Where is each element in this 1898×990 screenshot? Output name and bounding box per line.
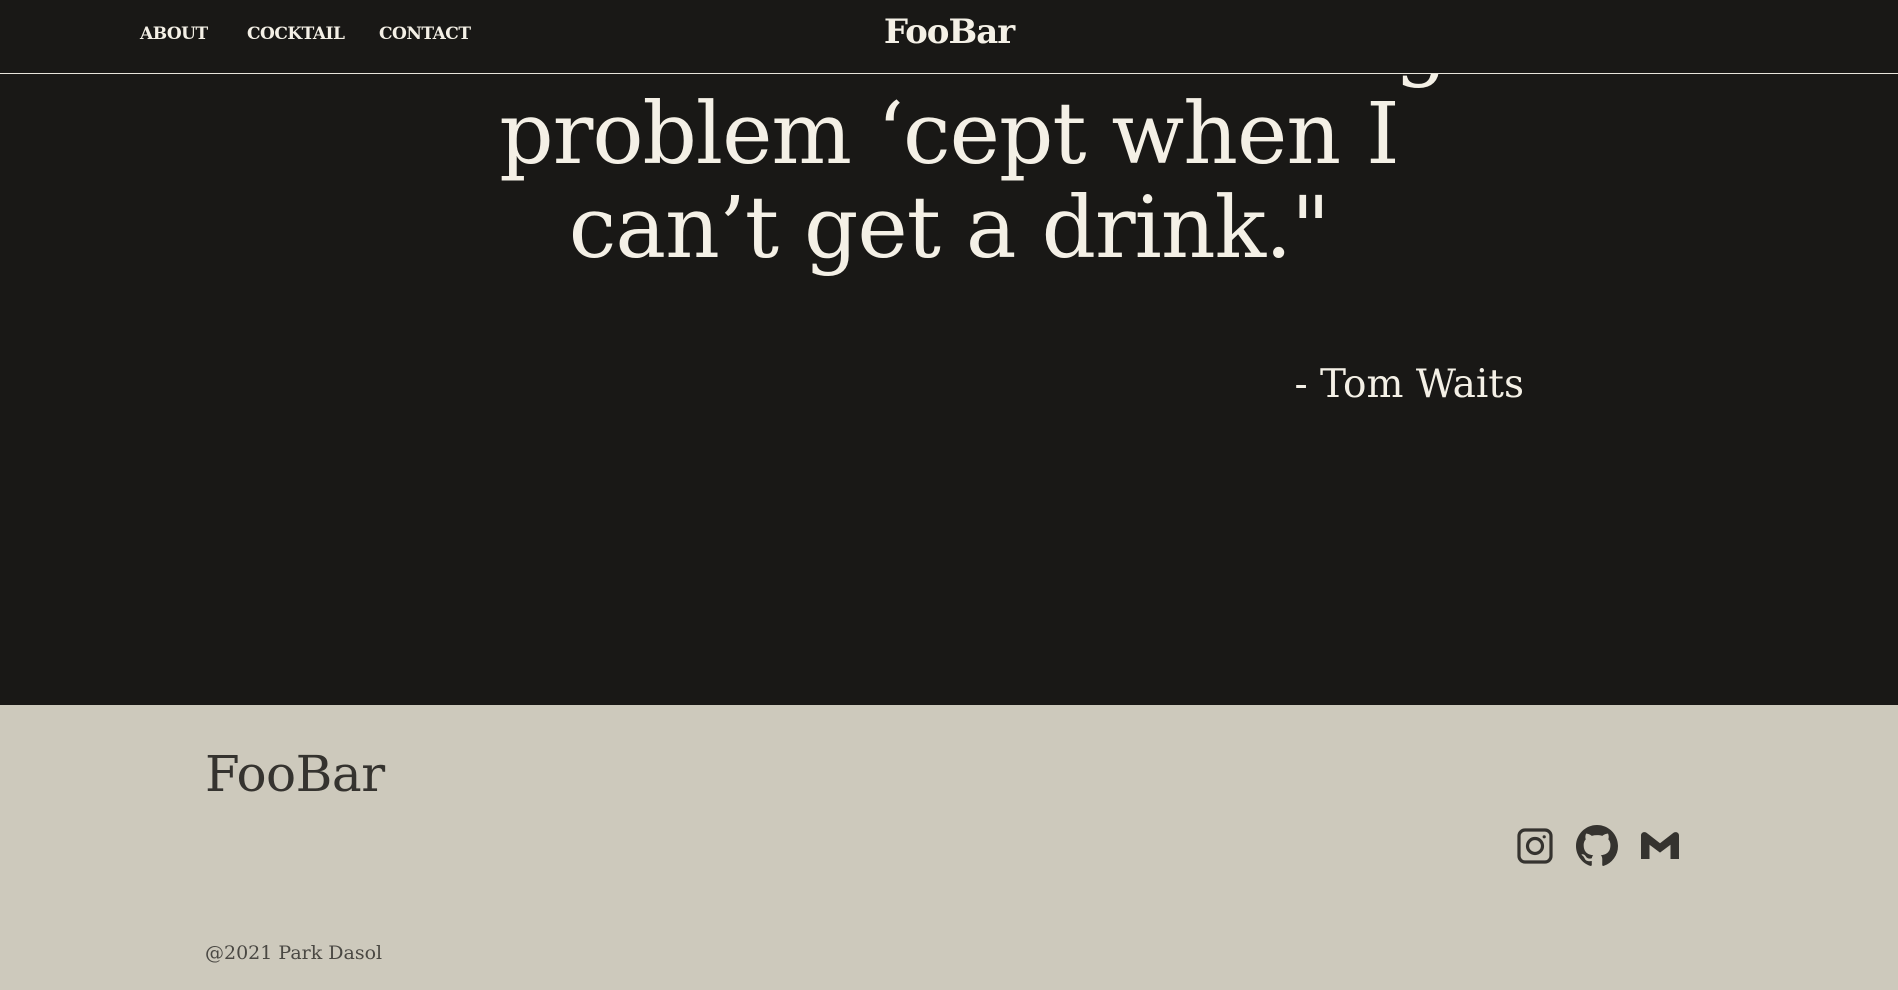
quote-section: "I don’t have a drinking problem ‘cept w…	[0, 0, 1898, 705]
gmail-icon[interactable]	[1639, 825, 1681, 867]
quote-author: - Tom Waits	[1294, 362, 1524, 407]
footer: FooBar @2021 Park Dasol	[0, 705, 1898, 990]
brand-logo[interactable]: FooBar	[0, 12, 1898, 52]
navbar: ABOUT COCKTAIL CONTACT FooBar	[0, 0, 1898, 74]
footer-brand: FooBar	[205, 745, 385, 803]
instagram-icon[interactable]	[1514, 825, 1556, 867]
github-icon[interactable]	[1576, 825, 1618, 867]
copyright-text: @2021 Park Dasol	[205, 942, 383, 964]
